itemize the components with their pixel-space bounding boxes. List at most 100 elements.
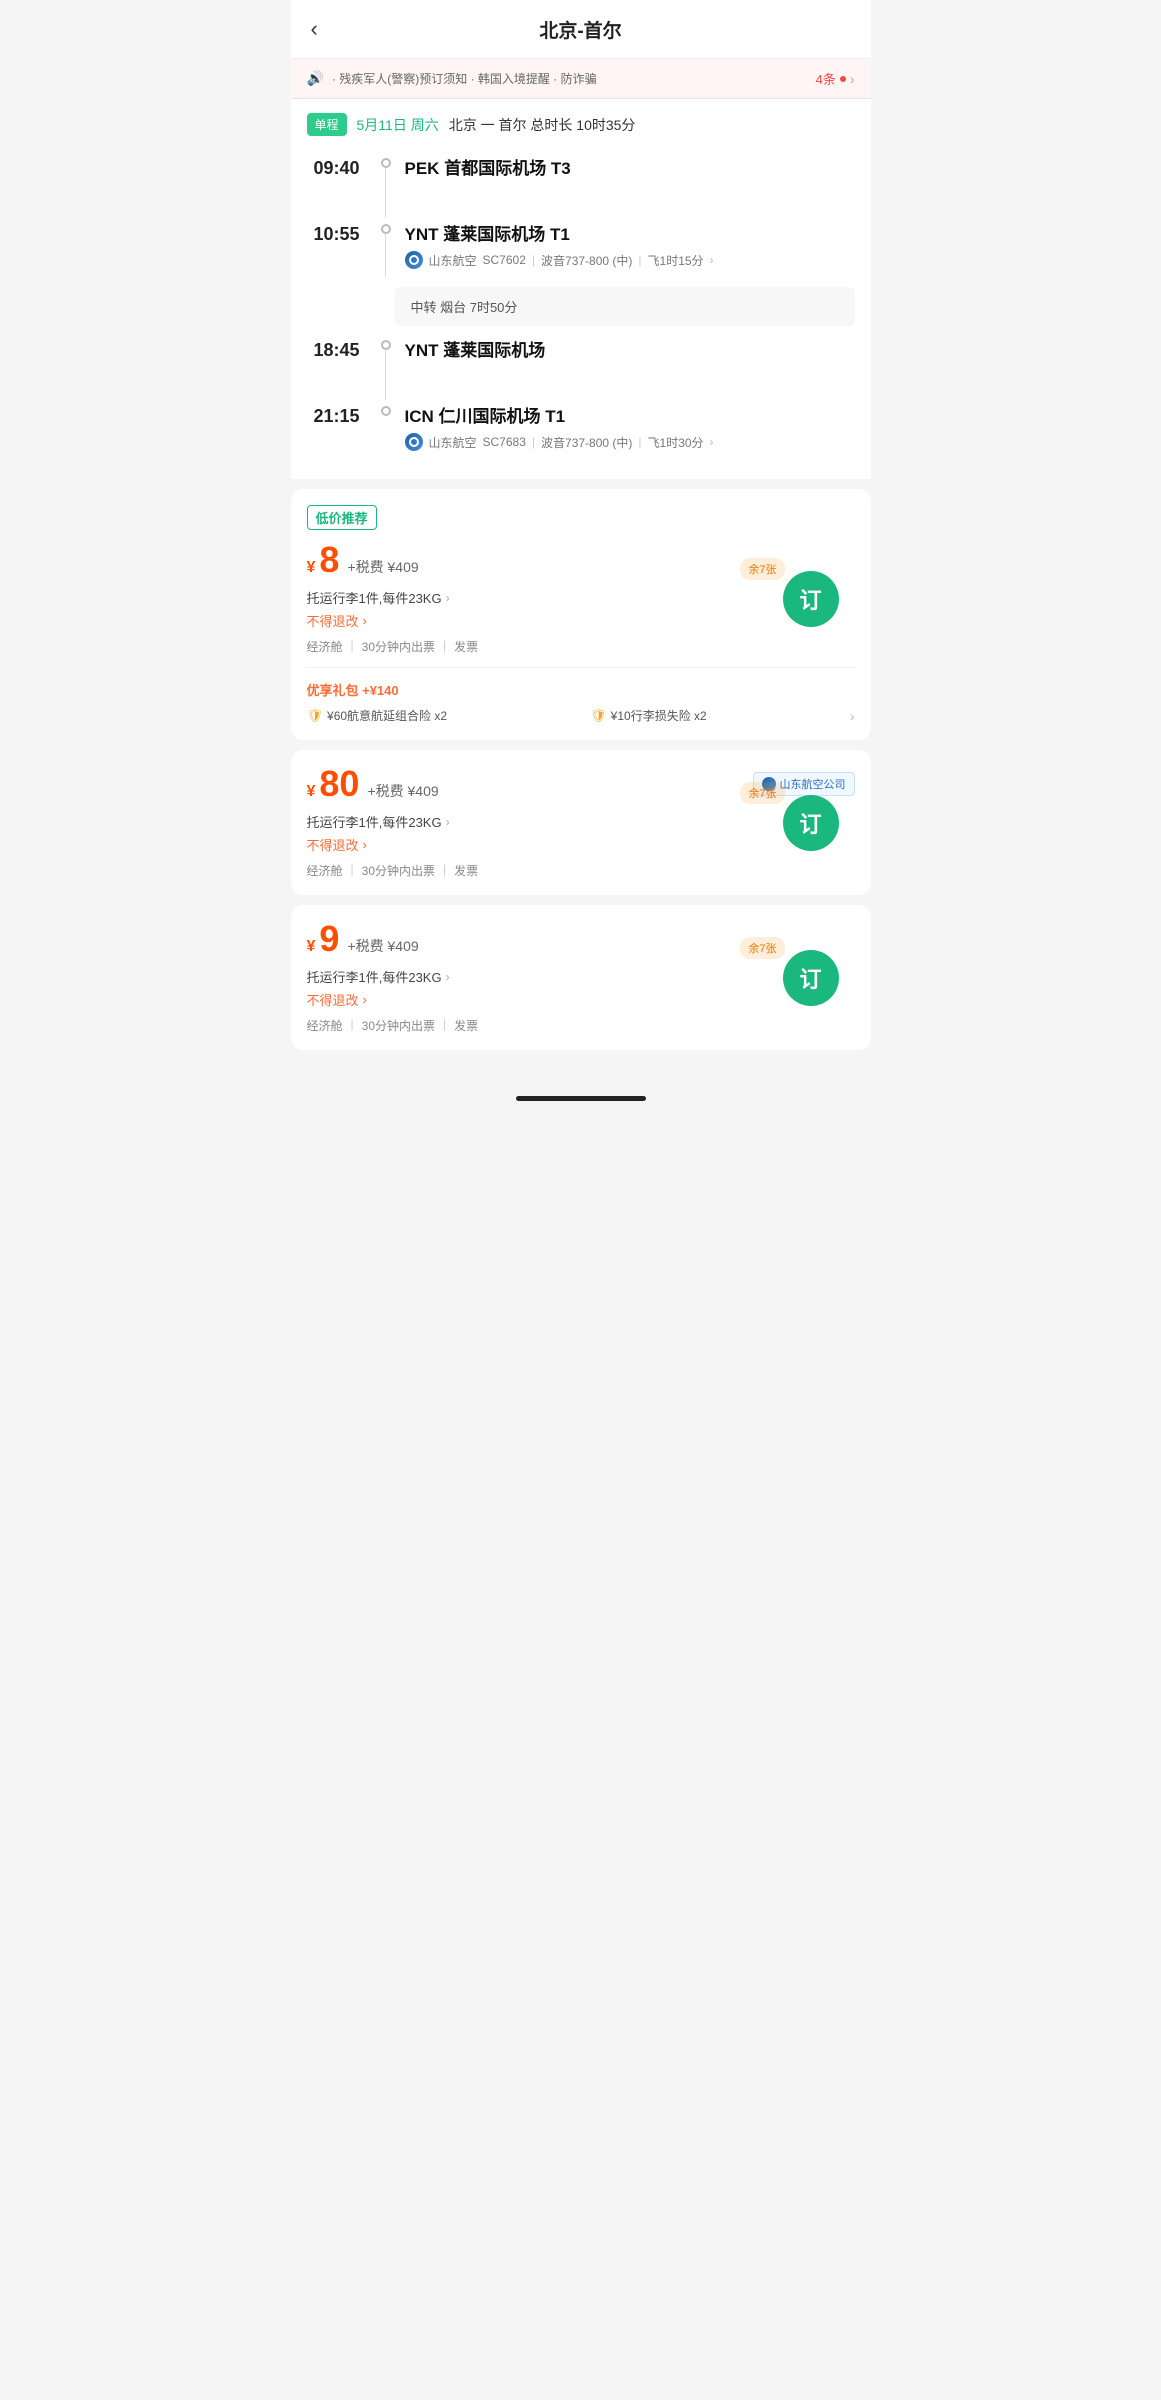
route-date: 5月11日 周六 xyxy=(357,115,439,135)
cabin-3: 经济舱 xyxy=(307,1017,343,1034)
first-arrival-time: 10:55 xyxy=(313,224,359,245)
refund-3[interactable]: 不得退改 › xyxy=(307,990,855,1009)
oneway-tag: 单程 xyxy=(307,113,347,136)
package-arrow-1: › xyxy=(850,708,855,724)
price-card-2: ¥ 80 +税费 ¥409 山东航空公司 余7张 订 托运行李1件,每件23KG… xyxy=(291,750,871,895)
refund-arrow-2: › xyxy=(363,837,367,852)
price-main-3: ¥ 9 +税费 ¥409 xyxy=(307,921,419,957)
departure-row: 09:40 PEK 首都国际机场 T3 xyxy=(307,154,855,218)
cabin-row-2: 经济舱 | 30分钟内出票 | 发票 xyxy=(307,862,855,879)
flight-section: 单程 5月11日 周六 北京 一 首尔 总时长 10时35分 09:40 PEK… xyxy=(291,99,871,479)
price-number-1: 8 xyxy=(319,542,339,578)
refund-arrow-1: › xyxy=(363,613,367,628)
low-price-tag: 低价推荐 xyxy=(307,505,377,530)
card-3-inner: ¥ 9 +税费 ¥409 余7张 订 托运行李1件,每件23KG › 不得退改 … xyxy=(307,921,855,1034)
price-tax-3: +税费 ¥409 xyxy=(347,936,418,956)
baggage-3: 托运行李1件,每件23KG › xyxy=(307,967,855,986)
first-arrival-row: 10:55 YNT 蓬莱国际机场 T1 山东航空 SC7602 | 波音737-… xyxy=(307,220,855,277)
duration-2: 飞1时30分 xyxy=(648,434,704,451)
baggage-1: 托运行李1件,每件23KG › xyxy=(307,588,855,607)
shield-icon-1a: 🛡 xyxy=(307,708,324,724)
cabin-2: 经济舱 xyxy=(307,862,343,879)
second-flight-detail[interactable]: 山东航空 SC7683 | 波音737-800 (中) | 飞1时30分 › xyxy=(405,433,855,451)
first-arrival-airport: YNT 蓬莱国际机场 T1 xyxy=(405,220,855,245)
price-number-3: 9 xyxy=(319,921,339,957)
departure-time: 09:40 xyxy=(313,158,359,179)
package-items-1: 🛡 ¥60航意航延组合险 x2 🛡 ¥10行李损失险 x2 › xyxy=(307,707,855,724)
package-row-1[interactable]: 优享礼包 +¥140 🛡 ¥60航意航延组合险 x2 🛡 ¥10行李损失险 x2… xyxy=(307,667,855,724)
book-button-3[interactable]: 订 xyxy=(783,950,839,1006)
shield-icon-1b: 🛡 xyxy=(590,708,607,724)
cabin-1: 经济舱 xyxy=(307,638,343,655)
package-item-1b: 🛡 ¥10行李损失险 x2 xyxy=(590,707,707,724)
first-flight-detail[interactable]: 山东航空 SC7602 | 波音737-800 (中) | 飞1时15分 › xyxy=(405,251,855,269)
cabin-row-3: 经济舱 | 30分钟内出票 | 发票 xyxy=(307,1017,855,1034)
refund-2[interactable]: 不得退改 › xyxy=(307,835,855,854)
back-button[interactable]: ‹ xyxy=(311,16,318,42)
card-2-inner: ¥ 80 +税费 ¥409 山东航空公司 余7张 订 托运行李1件,每件23KG… xyxy=(307,766,855,879)
refund-1[interactable]: 不得退改 › xyxy=(307,611,855,630)
page-title: 北京-首尔 xyxy=(539,16,621,43)
price-symbol-2: ¥ xyxy=(307,783,316,801)
notice-bar[interactable]: 🔊 · 残疾军人(警察)预订须知 · 韩国入境提醒 · 防诈骗 4条 › xyxy=(291,59,871,99)
aircraft-1: 波音737-800 (中) xyxy=(541,252,632,269)
route-summary: 单程 5月11日 周六 北京 一 首尔 总时长 10时35分 xyxy=(307,113,855,136)
package-item-1a: 🛡 ¥60航意航延组合险 x2 xyxy=(307,707,448,724)
notice-icon: 🔊 xyxy=(307,70,324,87)
second-departure-time: 18:45 xyxy=(313,340,359,361)
duration-1: 飞1时15分 xyxy=(648,252,704,269)
airline-logo-2 xyxy=(405,433,423,451)
flight-detail-arrow-2: › xyxy=(710,435,714,449)
remaining-2: 余7张 xyxy=(740,782,784,804)
baggage-arrow-1: › xyxy=(446,591,450,605)
price-tax-2: +税费 ¥409 xyxy=(367,781,438,801)
price-card-1: 低价推荐 ¥ 8 +税费 ¥409 余7张 订 托运行李1件,每件23KG › … xyxy=(291,489,871,740)
second-departure-airport: YNT 蓬莱国际机场 xyxy=(405,336,855,361)
baggage-arrow-2: › xyxy=(446,815,450,829)
invoice-2: 发票 xyxy=(454,862,478,879)
transfer-bar: 中转 烟台 7时50分 xyxy=(395,287,855,326)
second-departure-row: 18:45 YNT 蓬莱国际机场 xyxy=(307,336,855,400)
dot-departure xyxy=(381,158,391,168)
remaining-3: 余7张 xyxy=(740,937,784,959)
airline-name-1: 山东航空 xyxy=(429,252,477,269)
package-label-1: 优享礼包 +¥140 xyxy=(307,680,855,699)
ticket-time-1: 30分钟内出票 xyxy=(362,638,435,655)
flight-no-2: SC7683 xyxy=(483,435,526,449)
price-main-2: ¥ 80 +税费 ¥409 xyxy=(307,766,439,802)
dot-second-dep xyxy=(381,340,391,350)
notice-arrow: › xyxy=(850,71,855,87)
second-arrival-airport: ICN 仁川国际机场 T1 xyxy=(405,402,855,427)
price-symbol-1: ¥ xyxy=(307,559,316,577)
baggage-2: 托运行李1件,每件23KG › xyxy=(307,812,855,831)
price-symbol-3: ¥ xyxy=(307,938,316,956)
invoice-3: 发票 xyxy=(454,1017,478,1034)
flight-detail-arrow-1: › xyxy=(710,253,714,267)
cards-section: 低价推荐 ¥ 8 +税费 ¥409 余7张 订 托运行李1件,每件23KG › … xyxy=(291,489,871,1080)
ticket-time-2: 30分钟内出票 xyxy=(362,862,435,879)
second-arrival-row: 21:15 ICN 仁川国际机场 T1 山东航空 SC7683 | 波音737-… xyxy=(307,402,855,459)
price-tax-1: +税费 ¥409 xyxy=(347,557,418,577)
flight-no-1: SC7602 xyxy=(483,253,526,267)
dot-second-arr xyxy=(381,406,391,416)
second-arrival-time: 21:15 xyxy=(313,406,359,427)
route-info: 北京 一 首尔 总时长 10时35分 xyxy=(449,115,636,135)
ticket-time-3: 30分钟内出票 xyxy=(362,1017,435,1034)
notice-count: 4条 xyxy=(816,69,836,88)
price-main-1: ¥ 8 +税费 ¥409 xyxy=(307,542,419,578)
notice-text: · 残疾军人(警察)预订须知 · 韩国入境提醒 · 防诈骗 xyxy=(332,70,816,87)
card-1-inner: ¥ 8 +税费 ¥409 余7张 订 托运行李1件,每件23KG › 不得退改 … xyxy=(307,542,855,655)
invoice-1: 发票 xyxy=(454,638,478,655)
cabin-row-1: 经济舱 | 30分钟内出票 | 发票 xyxy=(307,638,855,655)
book-button-1[interactable]: 订 xyxy=(783,571,839,627)
airline-logo-1 xyxy=(405,251,423,269)
airline-name-2: 山东航空 xyxy=(429,434,477,451)
remaining-1: 余7张 xyxy=(740,558,784,580)
notice-dot xyxy=(840,76,846,82)
dot-first-arrival xyxy=(381,224,391,234)
book-button-2[interactable]: 订 xyxy=(783,795,839,851)
refund-arrow-3: › xyxy=(363,992,367,1007)
header: ‹ 北京-首尔 xyxy=(291,0,871,59)
departure-airport: PEK 首都国际机场 T3 xyxy=(405,154,855,179)
price-card-3: ¥ 9 +税费 ¥409 余7张 订 托运行李1件,每件23KG › 不得退改 … xyxy=(291,905,871,1050)
